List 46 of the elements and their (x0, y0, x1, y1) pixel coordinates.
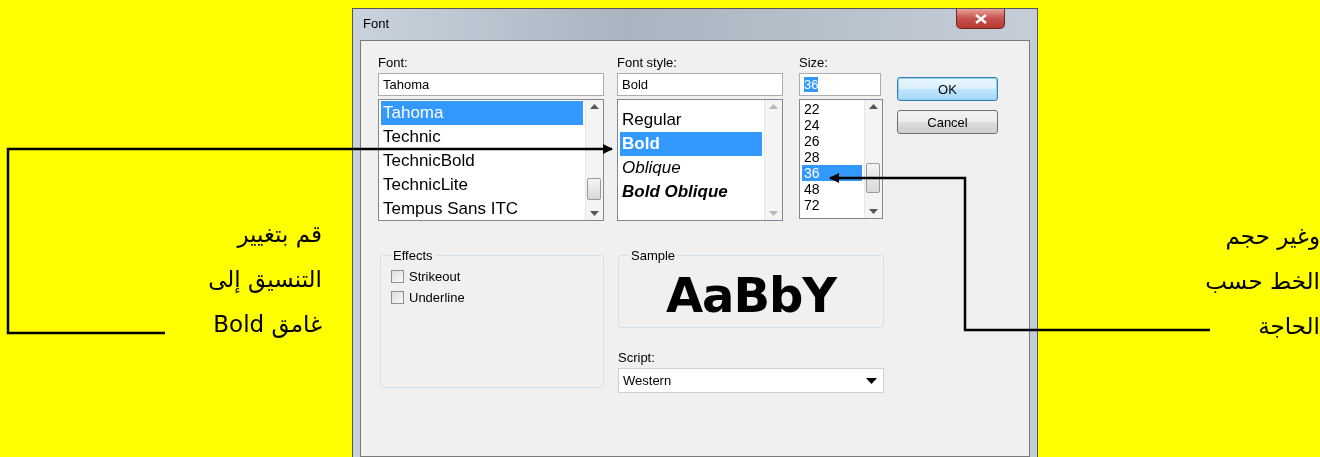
scroll-down-icon[interactable] (869, 209, 878, 214)
effects-title: Effects (392, 248, 434, 263)
checkbox-label[interactable]: Underline (409, 290, 465, 305)
list-item[interactable]: 72 (802, 197, 862, 213)
list-item[interactable]: 24 (802, 117, 862, 133)
list-item[interactable]: TechnicBold (381, 149, 583, 173)
list-item[interactable]: 22 (802, 101, 862, 117)
scrollbar[interactable] (585, 100, 603, 220)
font-size-label: Size: (799, 55, 829, 72)
close-icon[interactable] (974, 13, 987, 24)
font-style-field[interactable]: Bold (617, 73, 783, 96)
list-box[interactable]: Regular Bold Oblique Bold Oblique (617, 99, 783, 221)
checkbox[interactable] (391, 270, 404, 283)
font-name-label: Font: (378, 55, 409, 72)
list-box[interactable]: 22 24 26 28 36 48 72 (799, 99, 883, 219)
list-box[interactable]: Tahoma Technic TechnicBold TechnicLite Tempus Sans ITC (378, 99, 604, 221)
font-name-field[interactable]: Tahoma (378, 73, 604, 96)
sample-title: Sample (630, 249, 677, 263)
checkbox-label[interactable]: Strikeout (409, 269, 461, 284)
checkbox[interactable] (391, 291, 404, 304)
cancel-button[interactable]: Cancel (897, 110, 998, 134)
script-dropdown[interactable]: Western (618, 368, 884, 393)
window-title: Font (362, 15, 389, 31)
scroll-up-icon[interactable] (869, 104, 878, 109)
list-item[interactable]: TechnicLite (381, 173, 583, 197)
scroll-down-icon[interactable] (590, 211, 599, 216)
list-item[interactable]: Bold Oblique (620, 180, 762, 204)
dropdown-caret-icon[interactable] (866, 377, 877, 384)
ok-button[interactable]: OK (897, 77, 998, 101)
list-item[interactable]: Oblique (620, 156, 762, 180)
list-item[interactable]: Technic (381, 125, 583, 149)
scrollbar[interactable] (864, 100, 882, 218)
list-item[interactable]: 48 (802, 181, 862, 197)
annotation-text: قم بتغيير التنسيق إلى غامق Bold (207, 220, 322, 340)
sample-text: AaBbY (665, 271, 837, 319)
scroll-up-icon[interactable] (590, 104, 599, 109)
list-item[interactable]: Regular (620, 108, 762, 132)
font-style-label: Font style: (617, 55, 678, 72)
scroll-thumb[interactable] (866, 163, 880, 193)
list-item[interactable]: 26 (802, 133, 862, 149)
list-item[interactable]: 28 (802, 149, 862, 165)
annotation-text: وغير حجم الخط حسب الحاجة (1204, 222, 1320, 341)
script-label: Script: (618, 350, 656, 367)
scroll-thumb[interactable] (587, 178, 601, 200)
close-button[interactable] (956, 9, 1005, 29)
list-item[interactable]: Tempus Sans ITC (381, 197, 583, 220)
